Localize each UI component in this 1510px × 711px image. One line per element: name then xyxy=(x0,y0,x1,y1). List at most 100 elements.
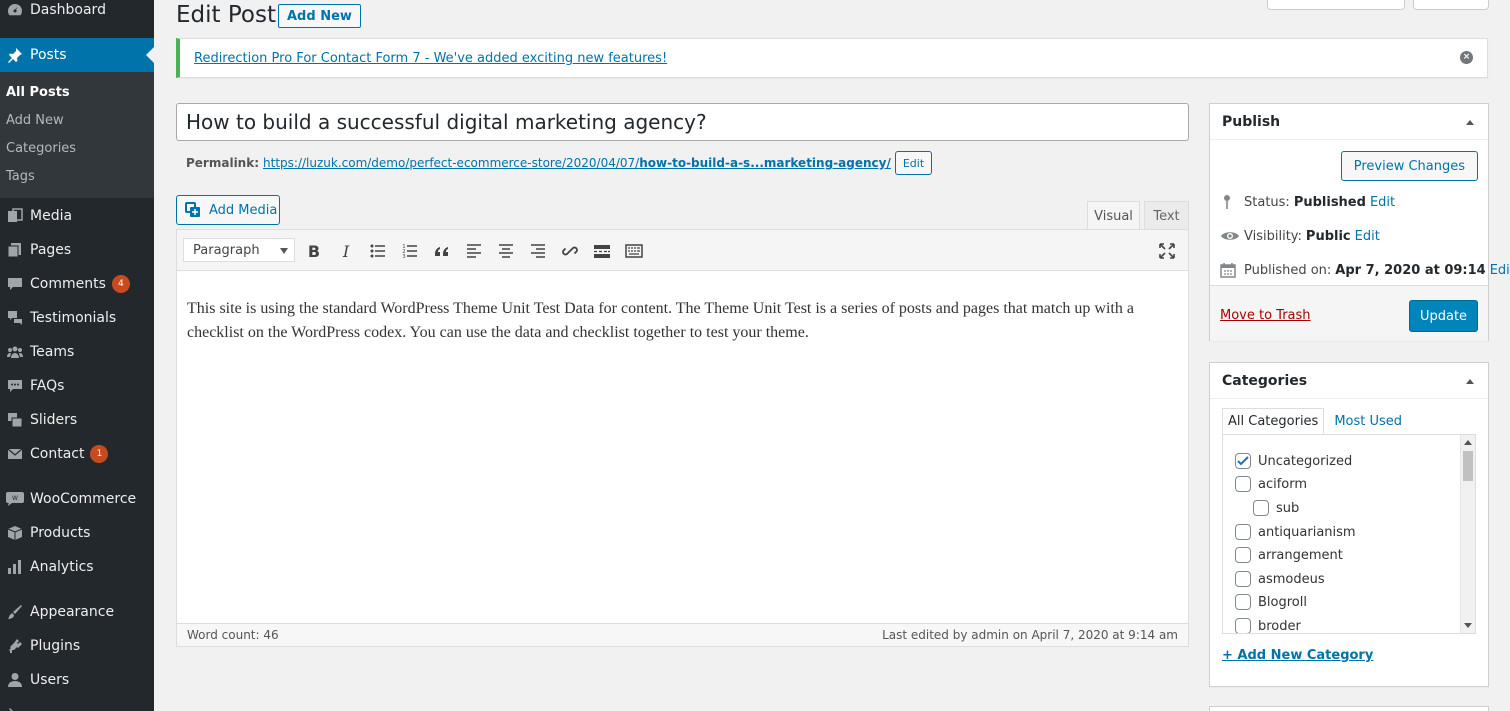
menu-label: Teams xyxy=(30,344,75,360)
archive-icon xyxy=(0,525,30,541)
insert-link-button[interactable] xyxy=(558,239,582,263)
collapse-arrow-icon[interactable] xyxy=(1466,379,1474,384)
submenu-tags[interactable]: Tags xyxy=(6,169,35,184)
category-item[interactable]: aciform xyxy=(1235,474,1307,494)
update-button[interactable]: Update xyxy=(1409,300,1478,332)
tab-all-categories[interactable]: All Categories xyxy=(1222,408,1325,434)
category-item[interactable]: broder xyxy=(1235,616,1301,634)
category-item[interactable]: antiquarianism xyxy=(1235,522,1356,542)
dashboard-icon xyxy=(0,2,30,18)
fullscreen-button[interactable] xyxy=(1155,239,1179,263)
category-scrollbar[interactable] xyxy=(1460,435,1475,633)
add-new-button[interactable]: Add New xyxy=(278,4,361,28)
bold-icon: B xyxy=(308,242,320,260)
category-label: broder xyxy=(1258,618,1301,634)
category-checkbox[interactable] xyxy=(1235,618,1251,633)
numbered-list-button[interactable]: 123 xyxy=(398,239,422,263)
preview-changes-button[interactable]: Preview Changes xyxy=(1340,151,1478,181)
tab-visual[interactable]: Visual xyxy=(1087,201,1140,230)
published-on-label: Published on: xyxy=(1244,262,1332,278)
category-checkbox[interactable] xyxy=(1253,500,1269,516)
category-checkbox[interactable] xyxy=(1235,453,1251,469)
tab-text[interactable]: Text xyxy=(1144,201,1189,230)
align-right-icon xyxy=(531,244,545,258)
align-left-button[interactable] xyxy=(462,239,486,263)
menu-item-sliders[interactable]: Sliders xyxy=(0,403,154,437)
published-on-row: Published on: Apr 7, 2020 at 09:14 Edit xyxy=(1220,260,1510,280)
menu-label: Contact xyxy=(30,446,85,462)
menu-item-tools-partial[interactable] xyxy=(0,697,154,711)
category-item[interactable]: asmodeus xyxy=(1235,569,1325,589)
align-center-button[interactable] xyxy=(494,239,518,263)
menu-item-pages[interactable]: Pages xyxy=(0,233,154,267)
move-to-trash-link[interactable]: Move to Trash xyxy=(1220,308,1311,323)
notice-link[interactable]: Redirection Pro For Contact Form 7 - We'… xyxy=(194,51,667,66)
screen-options-tab[interactable] xyxy=(1267,0,1405,10)
dismiss-icon[interactable]: × xyxy=(1460,51,1473,64)
menu-item-plugins[interactable]: Plugins xyxy=(0,629,154,663)
permalink-edit-button[interactable]: Edit xyxy=(894,151,933,175)
visibility-value: Public xyxy=(1305,228,1351,244)
collapse-arrow-icon[interactable] xyxy=(1466,120,1474,125)
submenu-all-posts[interactable]: All Posts xyxy=(6,85,70,100)
post-title-input[interactable] xyxy=(176,103,1189,141)
menu-item-appearance[interactable]: Appearance xyxy=(0,595,154,629)
next-metabox-partial xyxy=(1209,706,1489,711)
permalink-link[interactable]: https://luzuk.com/demo/perfect-ecommerce… xyxy=(263,156,891,170)
toolbar-toggle-button[interactable] xyxy=(622,239,646,263)
category-checkbox[interactable] xyxy=(1235,571,1251,587)
publish-box: Publish Preview Changes Status: Publishe… xyxy=(1209,103,1510,341)
category-checkbox[interactable] xyxy=(1235,476,1251,492)
help-tab[interactable] xyxy=(1413,0,1489,10)
menu-label: Products xyxy=(30,525,91,541)
menu-label: Media xyxy=(30,208,73,224)
read-more-button[interactable] xyxy=(590,239,614,263)
menu-item-faqs[interactable]: FAQs xyxy=(0,369,154,403)
align-right-button[interactable] xyxy=(526,239,550,263)
menu-item-dashboard[interactable]: Dashboard xyxy=(0,0,154,27)
publish-box-header[interactable]: Publish xyxy=(1210,104,1488,140)
italic-button[interactable]: I xyxy=(334,239,358,263)
menu-item-posts[interactable]: Posts xyxy=(0,38,154,72)
category-tabs: All Categories Most Used xyxy=(1222,408,1407,434)
published-on-edit-link[interactable]: Edit xyxy=(1490,263,1510,278)
quote-icon xyxy=(435,247,448,256)
categories-box-header[interactable]: Categories xyxy=(1210,363,1488,399)
editor-content[interactable]: This site is using the standard WordPres… xyxy=(187,297,1177,345)
permalink-row: Permalink: https://luzuk.com/demo/perfec… xyxy=(186,151,933,175)
menu-item-analytics[interactable]: Analytics xyxy=(0,550,154,584)
menu-label: Users xyxy=(30,672,70,688)
menu-item-comments[interactable]: Comments 4 xyxy=(0,267,154,301)
admin-notice: Redirection Pro For Contact Form 7 - We'… xyxy=(176,38,1488,78)
menu-item-testimonials[interactable]: Testimonials xyxy=(0,301,154,335)
submenu-categories[interactable]: Categories xyxy=(6,141,76,156)
category-checkbox[interactable] xyxy=(1235,524,1251,540)
visibility-edit-link[interactable]: Edit xyxy=(1355,229,1380,244)
post-editor: Paragraph B I 123 This site is using the… xyxy=(176,229,1189,647)
status-edit-link[interactable]: Edit xyxy=(1370,195,1395,210)
scrollbar-thumb[interactable] xyxy=(1463,451,1473,481)
bullet-list-button[interactable] xyxy=(366,239,390,263)
category-item[interactable]: Uncategorized xyxy=(1235,451,1352,471)
category-item[interactable]: Blogroll xyxy=(1235,592,1307,612)
scroll-down-icon[interactable] xyxy=(1464,623,1472,628)
tab-most-used[interactable]: Most Used xyxy=(1324,408,1407,434)
submenu-add-new[interactable]: Add New xyxy=(6,113,64,128)
menu-item-teams[interactable]: Teams xyxy=(0,335,154,369)
menu-item-woocommerce[interactable]: W WooCommerce xyxy=(0,482,154,516)
add-media-button[interactable]: Add Media xyxy=(176,195,280,225)
bold-button[interactable]: B xyxy=(302,239,326,263)
menu-item-products[interactable]: Products xyxy=(0,516,154,550)
add-new-category-link[interactable]: + Add New Category xyxy=(1222,648,1373,663)
category-item[interactable]: arrangement xyxy=(1235,545,1343,565)
menu-item-contact[interactable]: Contact 1 xyxy=(0,437,154,471)
format-select[interactable]: Paragraph xyxy=(183,238,295,262)
menu-item-users[interactable]: Users xyxy=(0,663,154,697)
comments-count-badge: 4 xyxy=(111,275,130,293)
menu-item-media[interactable]: Media xyxy=(0,199,154,233)
category-checkbox[interactable] xyxy=(1235,547,1251,563)
scroll-up-icon[interactable] xyxy=(1464,440,1472,445)
category-checkbox[interactable] xyxy=(1235,594,1251,610)
blockquote-button[interactable] xyxy=(430,239,454,263)
category-item[interactable]: sub xyxy=(1253,498,1299,518)
